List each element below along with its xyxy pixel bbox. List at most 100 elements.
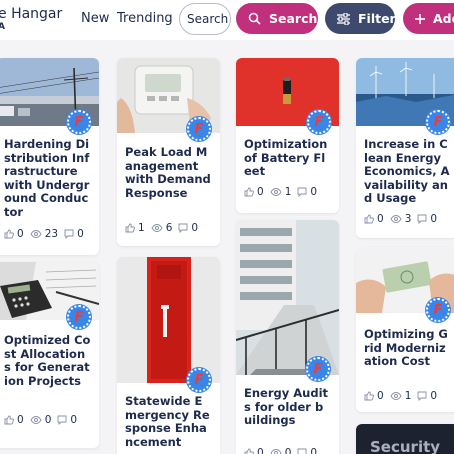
add-button[interactable]: Add (403, 3, 454, 34)
comment-count: 0 (70, 414, 78, 426)
view-count: 6 (165, 222, 173, 234)
like-stat[interactable]: 0 (244, 447, 264, 454)
like-stat[interactable]: 0 (364, 213, 384, 225)
view-count: 1 (284, 186, 292, 198)
brand-f-badge-icon: F (67, 305, 91, 329)
card-stats: 0 0 0 (236, 447, 339, 454)
search-button[interactable]: Search (236, 3, 318, 34)
thumbs-up-icon (4, 415, 14, 425)
card-image: Security (356, 424, 454, 454)
card-image (117, 257, 220, 383)
nav-new-link[interactable]: New (81, 11, 109, 26)
idea-card[interactable]: F Optimization of Battery Fleet 0 1 0 (236, 58, 339, 213)
brand-f-badge-icon: F (426, 298, 450, 322)
thumbs-up-icon (244, 187, 254, 197)
idea-card[interactable]: F Energy Audits for older buildings 0 0 … (236, 220, 339, 454)
sliders-icon (337, 12, 350, 25)
idea-card[interactable]: Security (356, 424, 454, 454)
comment-stat[interactable]: 0 (64, 228, 84, 240)
card-title[interactable]: Optimizing Grid Modernization Cost (356, 327, 454, 384)
idea-card[interactable]: F Optimizing Grid Modernization Cost 0 1… (356, 247, 454, 412)
search-input[interactable] (179, 3, 231, 35)
eye-icon (390, 215, 402, 223)
brand-f-badge-icon: F (187, 368, 211, 392)
like-stat[interactable]: 0 (364, 390, 384, 402)
thumbs-up-icon (244, 448, 254, 454)
card-stats: 0 1 0 (356, 390, 454, 402)
idea-card[interactable]: F Hardening Distribution Infrastructure … (0, 58, 99, 255)
card-title[interactable]: Increase in Clean Energy Economics, Avai… (356, 137, 454, 207)
view-stat: 23 (30, 228, 58, 240)
idea-card[interactable]: F Increase in Clean Energy Economics, Av… (356, 58, 454, 238)
card-stats: 1 6 0 (117, 222, 220, 234)
comment-stat[interactable]: 0 (178, 222, 198, 234)
thumbs-up-icon (125, 223, 135, 233)
add-button-label: Add (433, 11, 454, 26)
comment-stat[interactable]: 0 (297, 186, 317, 198)
eye-icon (270, 188, 282, 196)
comment-stat[interactable]: 0 (417, 213, 437, 225)
card-image (236, 220, 339, 375)
nav-trending-link[interactable]: Trending (117, 11, 173, 26)
comment-count: 0 (310, 447, 318, 454)
comment-count: 0 (191, 222, 199, 234)
view-stat: 1 (270, 186, 292, 198)
eye-icon (151, 224, 163, 232)
comment-stat[interactable]: 0 (417, 390, 437, 402)
brand-f-badge-icon: F (306, 357, 330, 381)
view-stat: 0 (270, 447, 292, 454)
comment-icon (417, 391, 427, 401)
card-title[interactable]: Peak Load Management with Demand Respons… (117, 145, 220, 216)
card-title[interactable]: Energy Audits for older buildings (236, 386, 339, 443)
eye-icon (30, 416, 42, 424)
eye-icon (390, 392, 402, 400)
comment-stat[interactable]: 0 (57, 414, 77, 426)
card-title[interactable]: Hardening Distribution Infrastructure wi… (0, 137, 99, 222)
view-stat: 6 (151, 222, 173, 234)
eye-icon (270, 449, 282, 454)
view-stat: 3 (390, 213, 412, 225)
idea-card[interactable]: F Statewide Emergency Response Enhanceme… (117, 257, 220, 454)
thumbs-up-icon (4, 229, 14, 239)
like-count: 0 (257, 186, 264, 198)
like-count: 0 (17, 228, 24, 240)
search-icon (248, 12, 261, 25)
comment-count: 0 (430, 390, 438, 402)
brand-f-badge-icon: F (187, 117, 211, 141)
search-button-label: Search (269, 11, 318, 26)
brand-f-badge-icon: F (426, 110, 450, 134)
view-count: 1 (404, 390, 412, 402)
like-count: 0 (257, 447, 264, 454)
idea-card[interactable]: F Optimized Cost Allocations for Generat… (0, 262, 99, 448)
like-stat[interactable]: 0 (244, 186, 264, 198)
view-count: 0 (284, 447, 292, 454)
like-stat[interactable]: 0 (4, 414, 24, 426)
view-stat: 1 (390, 390, 412, 402)
like-stat[interactable]: 0 (4, 228, 24, 240)
card-title[interactable]: Optimized Cost Allocations for Generatio… (0, 333, 99, 404)
card-stats: 0 0 0 (0, 414, 99, 426)
eye-icon (30, 230, 42, 238)
filter-button[interactable]: Filter (325, 3, 396, 34)
comment-icon (64, 229, 74, 239)
card-title[interactable]: Optimization of Battery Fleet (236, 137, 339, 180)
view-count: 0 (44, 414, 52, 426)
comment-icon (297, 448, 307, 454)
card-stats: 0 23 0 (0, 228, 99, 240)
brand-name[interactable]: e Hangar (0, 6, 62, 22)
filter-button-label: Filter (358, 11, 396, 26)
top-nav-bar: e Hangar A New Trending Search Filter Ad… (0, 0, 454, 40)
idea-card[interactable]: F Peak Load Management with Demand Respo… (117, 58, 220, 246)
thumbs-up-icon (364, 214, 374, 224)
view-count: 3 (404, 213, 412, 225)
brand-f-badge-icon: F (67, 110, 91, 134)
card-stats: 0 3 0 (356, 213, 454, 225)
like-stat[interactable]: 1 (125, 222, 145, 234)
comment-count: 0 (430, 213, 438, 225)
comment-count: 0 (310, 186, 318, 198)
like-count: 1 (138, 222, 145, 234)
plus-icon (415, 13, 425, 24)
card-title[interactable]: Statewide Emergency Response Enhancement (117, 394, 220, 454)
comment-stat[interactable]: 0 (297, 447, 317, 454)
comment-icon (178, 223, 188, 233)
